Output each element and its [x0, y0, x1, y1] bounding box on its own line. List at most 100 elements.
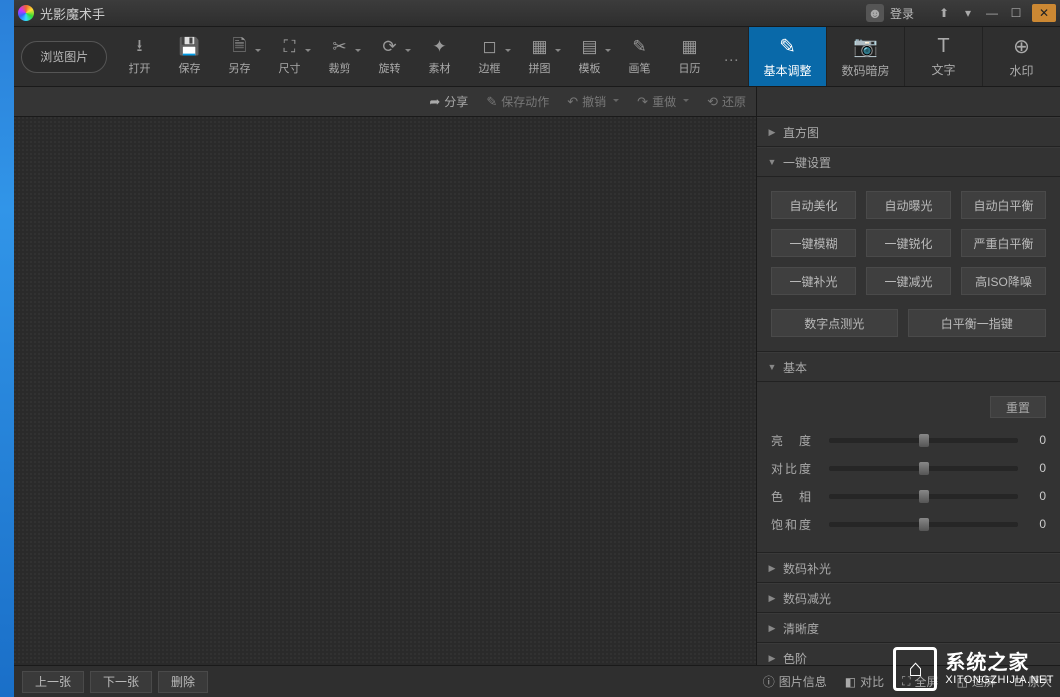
- restore-button[interactable]: ⟲还原: [707, 93, 746, 110]
- slider-track[interactable]: [829, 494, 1018, 499]
- tool-label-10: 画笔: [629, 60, 651, 76]
- slider-value: 0: [1026, 517, 1046, 531]
- original-size-button[interactable]: ⊡原大: [1014, 673, 1052, 690]
- close-button[interactable]: ✕: [1032, 4, 1056, 22]
- oneclick-自动白平衡[interactable]: 自动白平衡: [961, 191, 1046, 219]
- slider-value: 0: [1026, 433, 1046, 447]
- tab-水印[interactable]: ⊕水印: [982, 27, 1060, 86]
- canvas-area[interactable]: [14, 117, 756, 665]
- tab-文字[interactable]: T文字: [904, 27, 982, 86]
- tool-icon-7: ◻: [480, 37, 500, 57]
- redo-label: 重做: [652, 93, 676, 110]
- tool-label-8: 拼图: [529, 60, 551, 76]
- tool-icon-4: ✂: [330, 37, 350, 57]
- oneclick-自动曝光[interactable]: 自动曝光: [866, 191, 951, 219]
- tool-label-5: 旋转: [379, 60, 401, 76]
- share-label: 分享: [444, 93, 468, 110]
- info-icon: ⓘ: [763, 673, 775, 690]
- tab-icon-1: 📷: [853, 34, 878, 59]
- section-header-一键设置[interactable]: ▼一键设置: [757, 147, 1060, 177]
- share-icon: ➦: [429, 94, 440, 110]
- tool-素材[interactable]: ✦素材: [415, 27, 465, 86]
- section-header-清晰度[interactable]: ▶清晰度: [757, 613, 1060, 643]
- save-action-button[interactable]: ✎保存动作: [486, 93, 549, 110]
- slider-thumb[interactable]: [919, 490, 929, 503]
- tool-画笔[interactable]: ✎画笔: [615, 27, 665, 86]
- section-header-基本[interactable]: ▼ 基本: [757, 352, 1060, 382]
- image-info-button[interactable]: ⓘ图片信息: [763, 673, 827, 690]
- pin-button[interactable]: ⬆: [932, 4, 956, 22]
- reset-button[interactable]: 重置: [990, 396, 1046, 418]
- oneclick-一键模糊[interactable]: 一键模糊: [771, 229, 856, 257]
- disclosure-icon: ▼: [767, 362, 777, 372]
- oneclick-一键减光[interactable]: 一键减光: [866, 267, 951, 295]
- next-image-button[interactable]: 下一张: [90, 671, 152, 693]
- toolbar-more-button[interactable]: …: [715, 27, 749, 86]
- tool-旋转[interactable]: ⟳ 旋转: [365, 27, 415, 86]
- fit-label: 适屏: [972, 673, 996, 690]
- tool-打开[interactable]: ⭳打开: [115, 27, 165, 86]
- slider-色 相: 色 相0: [771, 482, 1046, 510]
- tool-icon-8: ▦: [530, 37, 550, 57]
- delete-button[interactable]: 删除: [158, 671, 208, 693]
- slider-label: 亮 度: [771, 432, 821, 449]
- slider-track[interactable]: [829, 438, 1018, 443]
- undo-label: 撤销: [582, 93, 606, 110]
- titlebar: 光影魔术手 登录 ⬆ ▾ — ☐ ✕: [14, 0, 1060, 27]
- section-header-数码减光[interactable]: ▶数码减光: [757, 583, 1060, 613]
- tab-数码暗房[interactable]: 📷数码暗房: [826, 27, 904, 86]
- tab-label-2: 文字: [931, 61, 955, 78]
- tool-模板[interactable]: ▤ 模板: [565, 27, 615, 86]
- oneclick-白平衡一指键[interactable]: 白平衡一指键: [908, 309, 1047, 337]
- oneclick-一键补光[interactable]: 一键补光: [771, 267, 856, 295]
- restore-label: 还原: [722, 93, 746, 110]
- slider-track[interactable]: [829, 522, 1018, 527]
- right-panel: ▶直方图▼一键设置自动美化自动曝光自动白平衡一键模糊一键锐化严重白平衡一键补光一…: [756, 117, 1060, 665]
- tool-日历[interactable]: ▦日历: [665, 27, 715, 86]
- oneclick-高ISO降噪[interactable]: 高ISO降噪: [961, 267, 1046, 295]
- compare-label: 对比: [860, 673, 884, 690]
- tab-基本调整[interactable]: ✎基本调整: [748, 27, 826, 86]
- oneclick-自动美化[interactable]: 自动美化: [771, 191, 856, 219]
- slider-thumb[interactable]: [919, 434, 929, 447]
- slider-label: 对比度: [771, 460, 821, 477]
- redo-button[interactable]: ↷重做: [637, 93, 689, 110]
- slider-track[interactable]: [829, 466, 1018, 471]
- fullscreen-button[interactable]: ⛶全屏: [902, 673, 938, 690]
- slider-thumb[interactable]: [919, 462, 929, 475]
- section-body-oneclick: 自动美化自动曝光自动白平衡一键模糊一键锐化严重白平衡一键补光一键减光高ISO降噪…: [757, 177, 1060, 352]
- slider-thumb[interactable]: [919, 518, 929, 531]
- tool-icon-0: ⭳: [130, 37, 150, 57]
- section-header-数码补光[interactable]: ▶数码补光: [757, 553, 1060, 583]
- section-title: 直方图: [783, 124, 819, 141]
- section-header-色阶[interactable]: ▶色阶: [757, 643, 1060, 665]
- minimize-button[interactable]: —: [980, 4, 1004, 22]
- section-title: 数码补光: [783, 560, 831, 577]
- login-link[interactable]: 登录: [890, 5, 914, 22]
- tool-尺寸[interactable]: ⛶尺寸: [265, 27, 315, 86]
- browse-images-button[interactable]: 浏览图片: [21, 41, 107, 73]
- undo-button[interactable]: ↶撤销: [567, 93, 619, 110]
- app-window: 光影魔术手 登录 ⬆ ▾ — ☐ ✕ 浏览图片 ⭳打开💾保存🗎另存⛶尺寸✂裁剪⟳…: [14, 0, 1060, 697]
- prev-image-button[interactable]: 上一张: [22, 671, 84, 693]
- tool-保存[interactable]: 💾保存: [165, 27, 215, 86]
- tool-label-9: 模板: [579, 60, 601, 76]
- tool-icon-9: ▤: [580, 37, 600, 57]
- oneclick-一键锐化[interactable]: 一键锐化: [866, 229, 951, 257]
- oneclick-数字点测光[interactable]: 数字点测光: [771, 309, 898, 337]
- menu-button[interactable]: ▾: [956, 4, 980, 22]
- maximize-button[interactable]: ☐: [1004, 4, 1028, 22]
- tool-icon-5: ⟳: [380, 37, 400, 57]
- compare-button[interactable]: ◧对比: [845, 673, 884, 690]
- section-title: 基本: [783, 359, 807, 376]
- tool-拼图[interactable]: ▦ 拼图: [515, 27, 565, 86]
- oneclick-严重白平衡[interactable]: 严重白平衡: [961, 229, 1046, 257]
- tab-icon-0: ✎: [779, 34, 796, 59]
- section-header-直方图[interactable]: ▶直方图: [757, 117, 1060, 147]
- tool-边框[interactable]: ◻边框: [465, 27, 515, 86]
- tool-另存[interactable]: 🗎另存: [215, 27, 265, 86]
- section-title: 清晰度: [783, 620, 819, 637]
- tool-裁剪[interactable]: ✂裁剪: [315, 27, 365, 86]
- share-button[interactable]: ➦分享: [429, 93, 468, 110]
- fit-screen-button[interactable]: ◱适屏: [957, 673, 996, 690]
